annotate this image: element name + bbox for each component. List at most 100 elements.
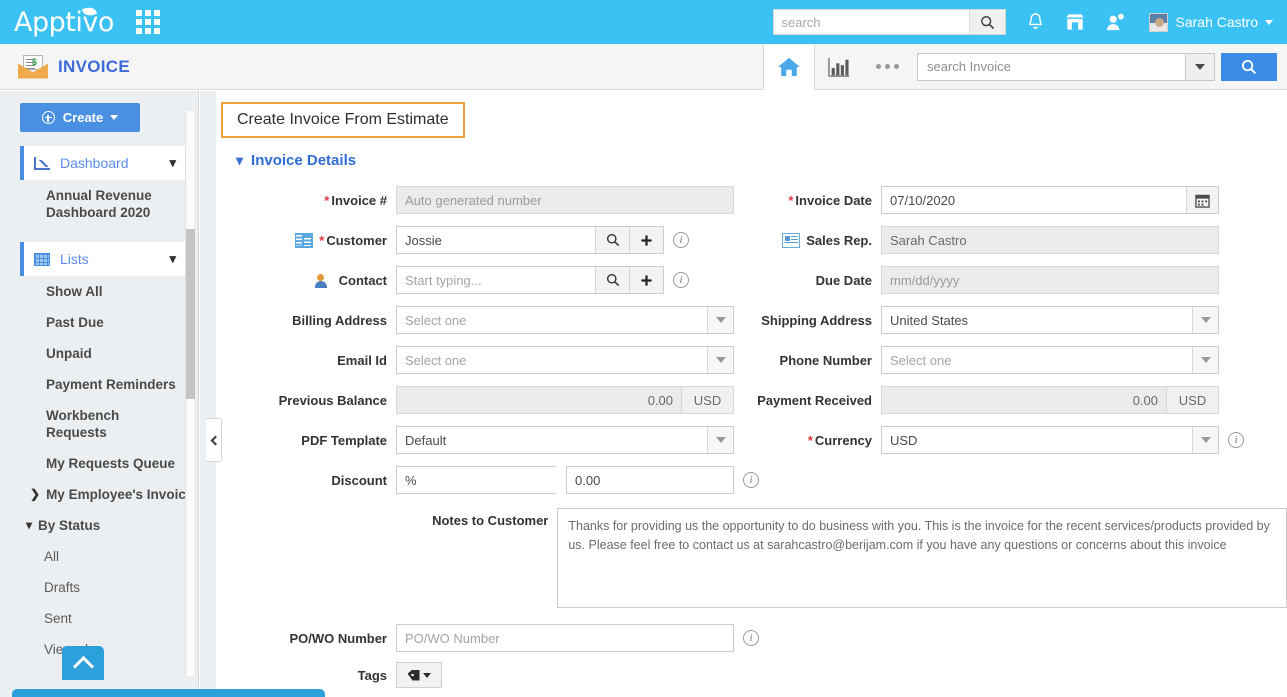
customer-info-icon[interactable]: i — [673, 232, 689, 248]
sidebar-item-annual-revenue-dashboard[interactable]: Annual Revenue Dashboard 2020 — [0, 180, 198, 228]
caret-down-icon — [715, 437, 726, 443]
apptivo-logo[interactable]: Apptivo — [14, 4, 114, 38]
chevron-down-icon: ▾ — [26, 518, 33, 532]
notifications-button[interactable] — [1026, 12, 1045, 32]
module-search-button[interactable] — [1221, 52, 1277, 81]
caret-down-icon — [1200, 437, 1211, 443]
sidebar-item-show-all[interactable]: Show All — [0, 276, 198, 307]
calendar-button[interactable] — [1186, 187, 1218, 213]
invoice-date-input[interactable] — [882, 187, 1186, 213]
notes-to-customer-textarea[interactable] — [557, 508, 1287, 608]
pdf-template-input[interactable] — [397, 427, 707, 453]
payment-received-input[interactable] — [882, 387, 1166, 413]
global-search-button[interactable] — [968, 10, 1005, 34]
discount-type-input[interactable] — [397, 467, 589, 493]
po-wo-number-input[interactable] — [396, 624, 734, 652]
module-search-dropdown[interactable] — [1185, 52, 1215, 81]
customer-add-button[interactable] — [629, 227, 663, 253]
phone-number-field[interactable] — [881, 346, 1219, 374]
required-marker: * — [324, 192, 330, 208]
email-id-input[interactable] — [397, 347, 707, 373]
discount-amount-input[interactable] — [566, 466, 734, 494]
module-search-input[interactable] — [917, 52, 1185, 81]
billing-address-input[interactable] — [397, 307, 707, 333]
email-id-dropdown-button[interactable] — [707, 347, 733, 373]
discount-type-field[interactable] — [396, 466, 600, 494]
reports-button[interactable] — [815, 44, 863, 90]
form-row: Previous Balance USD Payment Received US… — [216, 380, 1287, 420]
sidebar-item-workbench-requests[interactable]: Workbench Requests — [0, 400, 130, 448]
apps-grid-icon[interactable] — [135, 10, 160, 34]
phone-number-input[interactable] — [882, 347, 1192, 373]
sidebar-scrollbar[interactable] — [185, 111, 195, 676]
invoice-number-input[interactable] — [396, 186, 734, 214]
currency-info-icon[interactable]: i — [1228, 432, 1244, 448]
contact-info-icon[interactable]: i — [673, 272, 689, 288]
chevron-down-icon[interactable]: ▾ — [169, 155, 176, 171]
chevron-down-icon[interactable]: ▾ — [169, 251, 176, 267]
po-wo-number-info-icon[interactable]: i — [743, 630, 759, 646]
invoice-details-section-header[interactable]: ▾ Invoice Details — [236, 152, 1287, 169]
sidebar-group-by-status[interactable]: ▾ By Status — [0, 510, 198, 541]
sidebar-item-unpaid[interactable]: Unpaid — [0, 338, 198, 369]
caret-down-icon — [1200, 317, 1211, 323]
customer-input[interactable] — [397, 227, 595, 253]
sidebar-group-my-employees-invoices[interactable]: ❯ My Employee's Invoic — [0, 479, 198, 510]
due-date-input[interactable] — [881, 266, 1219, 294]
sidebar-item-payment-reminders[interactable]: Payment Reminders — [0, 369, 198, 400]
billing-address-field[interactable] — [396, 306, 734, 334]
notes-to-customer-row: Notes to Customer — [216, 508, 1287, 608]
customer-field — [396, 226, 664, 254]
more-options-button[interactable] — [863, 44, 911, 90]
user-name: Sarah Castro — [1175, 14, 1258, 30]
sidebar-section-dashboard[interactable]: Dashboard ▾ — [20, 146, 186, 180]
currency-field[interactable] — [881, 426, 1219, 454]
form-title: Create Invoice From Estimate — [221, 102, 465, 138]
form-row: Contact Start typing... i Due Date mm/dd… — [216, 260, 1287, 300]
sidebar-item-sent[interactable]: Sent — [0, 603, 198, 634]
previous-balance-input[interactable] — [397, 387, 681, 413]
sidebar-item-past-due[interactable]: Past Due — [0, 307, 198, 338]
billing-address-dropdown-button[interactable] — [707, 307, 733, 333]
email-id-field[interactable] — [396, 346, 734, 374]
shipping-address-dropdown-button[interactable] — [1192, 307, 1218, 333]
sidebar-item-drafts[interactable]: Drafts — [0, 572, 198, 603]
tags-button[interactable] — [396, 662, 442, 688]
sidebar-section-lists[interactable]: Lists ▾ — [20, 242, 186, 276]
customer-search-button[interactable] — [595, 227, 629, 253]
contact-search-button[interactable] — [595, 267, 629, 293]
bar-chart-icon — [828, 57, 850, 77]
grid-table-icon — [34, 252, 50, 266]
discount-info-icon[interactable]: i — [743, 472, 759, 488]
people-button[interactable] — [1105, 12, 1125, 32]
create-button[interactable]: Create — [20, 103, 140, 132]
contact-input[interactable] — [397, 267, 595, 293]
sidebar-scrollbar-thumb[interactable] — [186, 229, 195, 399]
sales-rep-input[interactable] — [881, 226, 1219, 254]
scroll-to-top-button[interactable] — [62, 646, 104, 680]
sidebar-item-my-requests-queue[interactable]: My Requests Queue — [0, 448, 198, 479]
pdf-template-field[interactable] — [396, 426, 734, 454]
sidebar-item-all[interactable]: All — [0, 541, 198, 572]
shipping-address-field[interactable] — [881, 306, 1219, 334]
currency-input[interactable] — [882, 427, 1192, 453]
user-menu[interactable]: Sarah Castro — [1148, 12, 1273, 32]
required-marker: * — [319, 232, 325, 248]
form-row: * Customer Jossie i Sales Rep. Sarah Cas… — [216, 220, 1287, 260]
caret-down-icon — [715, 317, 726, 323]
currency-dropdown-button[interactable] — [1192, 427, 1218, 453]
phone-number-dropdown-button[interactable] — [1192, 347, 1218, 373]
previous-balance-field: USD — [396, 386, 734, 414]
notes-to-customer-label: Notes to Customer — [432, 513, 549, 528]
sidebar-collapse-button[interactable] — [206, 418, 222, 462]
global-search-input[interactable] — [773, 10, 969, 34]
discount-label: Discount — [331, 472, 387, 488]
caret-down-icon — [422, 672, 431, 678]
pdf-template-dropdown-button[interactable] — [707, 427, 733, 453]
contact-add-button[interactable] — [629, 267, 663, 293]
home-button[interactable] — [763, 43, 815, 90]
store-button[interactable] — [1065, 13, 1085, 31]
shipping-address-input[interactable] — [882, 307, 1192, 333]
plus-icon — [641, 234, 652, 246]
global-search — [772, 9, 1006, 35]
